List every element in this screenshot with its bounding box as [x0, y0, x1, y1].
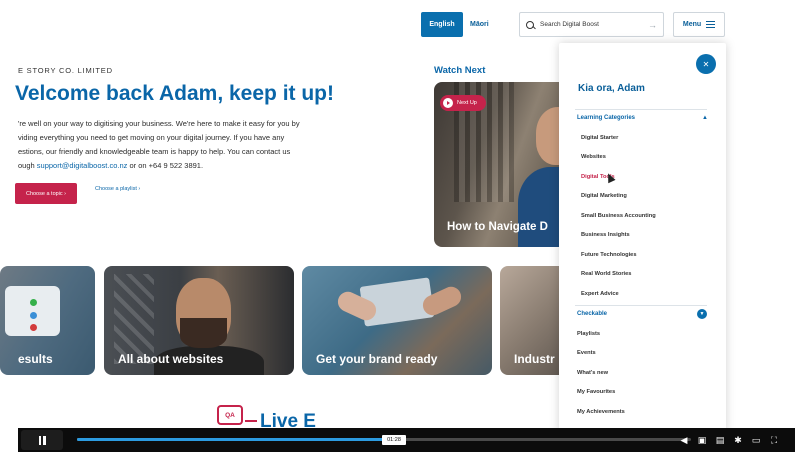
airplay-icon[interactable]: ▭ — [750, 433, 762, 447]
choose-playlist-link[interactable]: Choose a playlist › — [95, 186, 140, 192]
menu-item-whats-new[interactable]: What's new — [577, 370, 608, 376]
topic-card-results[interactable]: esults — [0, 266, 95, 375]
intro-contact-prefix: ough — [18, 161, 37, 170]
intro-line: viding everything you need to get moving… — [18, 133, 285, 142]
menu-category-business-insights[interactable]: Business Insights — [581, 232, 630, 238]
intro-line: estions, our friendly and knowledgeable … — [18, 147, 291, 156]
language-maori-button[interactable]: Māori — [470, 12, 489, 37]
choose-topic-button[interactable]: Choose a topic › — [15, 183, 77, 204]
arrow-right-icon[interactable]: → — [648, 20, 657, 30]
welcome-intro: 're well on your way to digitising your … — [18, 117, 408, 173]
support-email-link[interactable]: support@digitalboost.co.nz — [37, 161, 128, 170]
menu-panel: ✕ Kia ora, Adam Learning Categories ▲ Di… — [559, 43, 726, 430]
next-up-badge: Next Up — [440, 95, 486, 111]
language-english-label: English — [429, 21, 455, 28]
search-icon — [526, 20, 534, 29]
menu-category-websites[interactable]: Websites — [581, 154, 606, 160]
card-image-dot — [30, 299, 37, 306]
language-english-button[interactable]: English — [421, 12, 463, 37]
digital-boost-page: English Māori Search Digital Boost → Men… — [0, 0, 795, 430]
card-image-person-beard — [180, 318, 227, 348]
menu-label: Menu — [682, 21, 702, 28]
menu-item-events[interactable]: Events — [577, 350, 596, 356]
choose-topic-label: Choose a topic › — [25, 190, 67, 197]
play-icon — [443, 98, 453, 108]
watch-next-heading: Watch Next — [434, 65, 486, 76]
learning-categories-toggle[interactable]: Learning Categories — [577, 115, 635, 121]
chapters-icon[interactable]: ▤ — [714, 433, 726, 447]
progress-bar[interactable]: 01:28 — [77, 435, 691, 445]
menu-category-future-technologies[interactable]: Future Technologies — [581, 252, 637, 258]
close-icon[interactable]: ✕ — [696, 54, 716, 74]
intro-contact-suffix: or on +64 9 522 3891. — [127, 161, 204, 170]
pause-icon[interactable] — [21, 430, 63, 450]
video-title: How to Navigate D — [447, 221, 548, 233]
card-image-dot — [30, 324, 37, 331]
volume-icon[interactable]: ◀ — [678, 433, 690, 447]
card-image-dot — [30, 312, 37, 319]
topic-card-label: Industr — [514, 352, 555, 366]
menu-category-expert-advice[interactable]: Expert Advice — [581, 291, 619, 297]
checkable-toggle[interactable]: Checkable — [577, 311, 607, 317]
menu-divider — [575, 305, 707, 306]
captions-icon[interactable]: ▣ — [696, 433, 708, 447]
menu-category-small-business-accounting[interactable]: Small Business Accounting — [581, 213, 656, 219]
menu-category-real-world-stories[interactable]: Real World Stories — [581, 271, 631, 277]
menu-category-digital-starter[interactable]: Digital Starter — [581, 135, 618, 141]
card-image-pattern — [114, 274, 154, 364]
intro-line: 're well on your way to digitising your … — [18, 119, 300, 128]
topic-card-brand[interactable]: Get your brand ready — [302, 266, 492, 375]
menu-item-playlists[interactable]: Playlists — [577, 331, 600, 337]
menu-item-my-achievements[interactable]: My Achievements — [577, 409, 625, 415]
chevron-up-icon[interactable]: ▲ — [702, 115, 708, 121]
menu-greeting: Kia ora, Adam — [578, 83, 645, 94]
intro-line-contact: ough support@digitalboost.co.nz or on +6… — [18, 159, 408, 173]
topic-card-label: esults — [18, 352, 53, 366]
settings-icon[interactable]: ✱ — [732, 433, 744, 447]
menu-item-my-favourites[interactable]: My Favourites — [577, 389, 615, 395]
language-maori-label: Māori — [470, 21, 489, 28]
browser-viewport: English Māori Search Digital Boost → Men… — [0, 0, 795, 455]
topic-card-label: All about websites — [118, 352, 224, 366]
qa-icon: QA — [217, 405, 243, 425]
hamburger-icon — [706, 21, 716, 28]
current-time: 01:28 — [382, 435, 406, 445]
qa-icon-connector — [245, 420, 257, 422]
menu-divider — [575, 109, 707, 110]
chevron-down-icon[interactable]: ▼ — [697, 309, 707, 319]
search-placeholder: Search Digital Boost — [540, 21, 599, 28]
search-input[interactable]: Search Digital Boost → — [519, 12, 664, 37]
welcome-heading: Velcome back Adam, keep it up! — [15, 82, 334, 105]
watch-next-video-card[interactable]: Next Up How to Navigate D — [434, 82, 574, 247]
topic-card-websites[interactable]: All about websites — [104, 266, 294, 375]
organisation-name: E STORY CO. LIMITED — [18, 66, 113, 75]
topic-card-label: Get your brand ready — [316, 352, 438, 366]
menu-category-digital-marketing[interactable]: Digital Marketing — [581, 193, 627, 199]
played-bar — [77, 438, 394, 441]
video-player-controls: 01:28 ◀ ▣ ▤ ✱ ▭ ⛶ — [18, 428, 795, 452]
next-up-label: Next Up — [457, 100, 477, 106]
menu-button[interactable]: Menu — [673, 12, 725, 37]
fullscreen-icon[interactable]: ⛶ — [768, 433, 780, 447]
